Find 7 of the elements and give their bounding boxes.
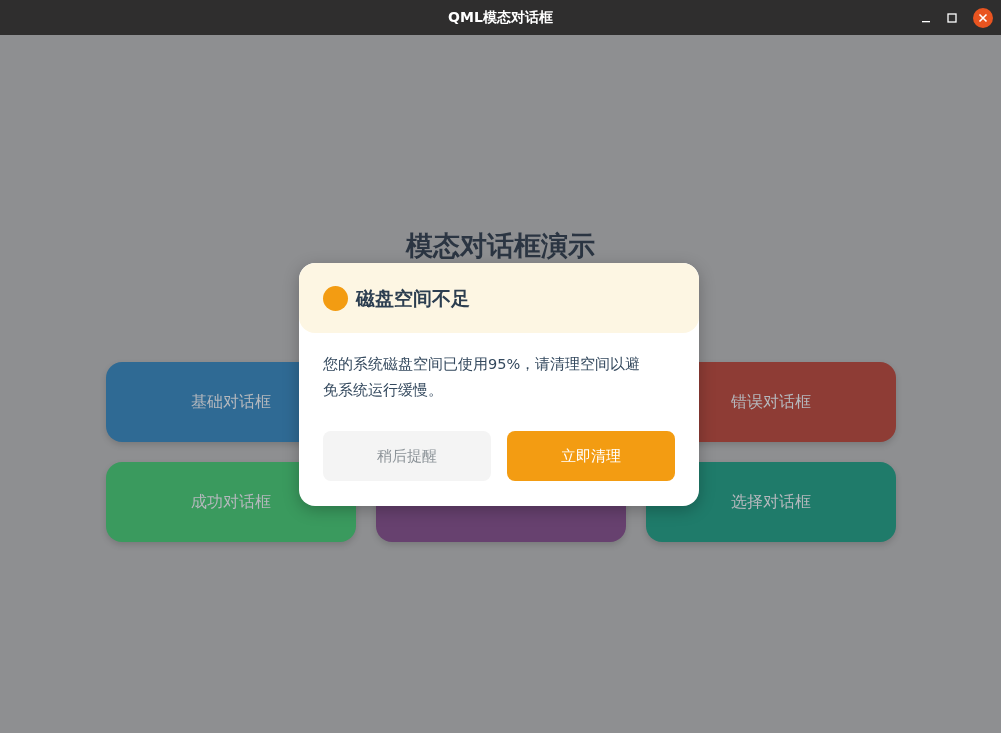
close-icon[interactable] xyxy=(973,7,993,28)
maximize-icon[interactable] xyxy=(947,12,957,23)
confirm-button[interactable]: 立即清理 xyxy=(507,431,675,481)
window-title: QML模态对话框 xyxy=(448,8,553,27)
cancel-button[interactable]: 稍后提醒 xyxy=(323,431,491,481)
dialog-title: 磁盘空间不足 xyxy=(356,285,470,311)
page-heading: 模态对话框演示 xyxy=(406,228,595,263)
